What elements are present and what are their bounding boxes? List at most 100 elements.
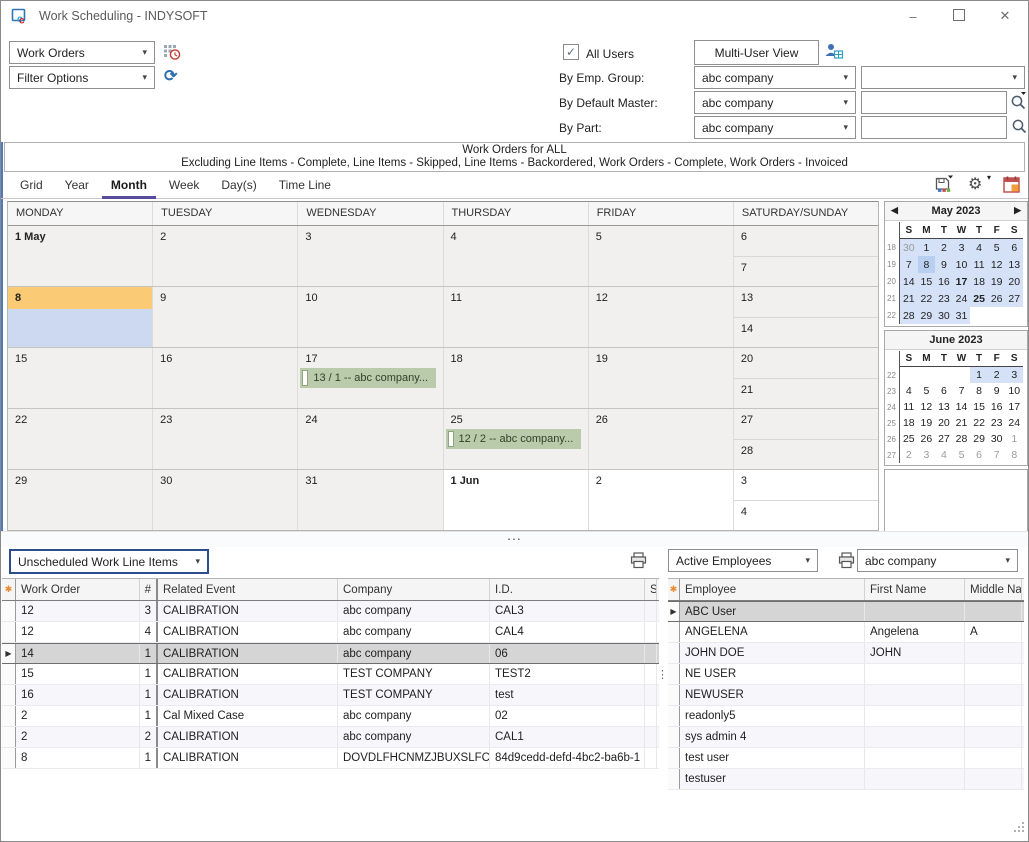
mini-day[interactable]: 25	[900, 431, 918, 447]
mini-day[interactable]: 5	[988, 239, 1006, 256]
mini-day[interactable]: 5	[953, 447, 971, 463]
table-row[interactable]: 21Cal Mixed Caseabc company02	[2, 706, 659, 727]
calendar-day-cell[interactable]: 7	[734, 256, 878, 287]
default-master-company-select[interactable]: abc company ▾	[694, 91, 856, 114]
calendar-day-cell[interactable]: 21	[734, 378, 878, 409]
minimize-button[interactable]: –	[890, 9, 936, 24]
column-header[interactable]: First Name	[865, 579, 965, 600]
column-header[interactable]: Middle Na	[965, 579, 1022, 600]
mini-day[interactable]: 8	[918, 256, 936, 273]
table-row[interactable]: 22CALIBRATIONabc companyCAL1	[2, 727, 659, 748]
table-row[interactable]: ▶141CALIBRATIONabc company06	[2, 643, 659, 664]
table-row[interactable]: ▶ABC User	[668, 601, 1024, 622]
table-row[interactable]: testuser	[668, 769, 1024, 790]
calendar-day-cell[interactable]: 18	[444, 348, 589, 408]
multi-user-icon[interactable]	[824, 42, 844, 65]
calendar-day-cell[interactable]: 5	[589, 226, 734, 286]
close-button[interactable]: ✕	[982, 8, 1028, 24]
mini-day[interactable]: 22	[970, 415, 988, 431]
mini-day[interactable]: 12	[988, 256, 1006, 273]
mini-day[interactable]: 19	[988, 273, 1006, 290]
mini-day[interactable]: 8	[1005, 447, 1023, 463]
unscheduled-items-select[interactable]: Unscheduled Work Line Items ▾	[9, 549, 209, 574]
mini-day[interactable]: 13	[935, 399, 953, 415]
table-row[interactable]: NE USER	[668, 664, 1024, 685]
mini-day[interactable]: 30	[935, 307, 953, 324]
calendar-event[interactable]: 12 / 2 -- abc company...	[446, 429, 581, 449]
calendar-day-cell[interactable]: 22	[8, 409, 153, 469]
calendar-day-cell[interactable]: 23	[153, 409, 298, 469]
mini-day[interactable]: 3	[918, 447, 936, 463]
column-header[interactable]: #	[140, 579, 158, 600]
mini-day[interactable]: 26	[918, 431, 936, 447]
mini-day[interactable]: 1	[970, 367, 988, 383]
mini-day[interactable]: 28	[953, 431, 971, 447]
mini-day[interactable]: 2	[988, 367, 1006, 383]
tab-month[interactable]: Month	[100, 173, 158, 198]
table-row[interactable]: test user	[668, 748, 1024, 769]
print-icon[interactable]	[837, 552, 856, 574]
mini-day[interactable]: 6	[970, 447, 988, 463]
table-row[interactable]: 81CALIBRATIONDOVDLFHCNMZJBUXSLFCGNU84d9c…	[2, 748, 659, 769]
mini-day[interactable]: 10	[953, 256, 971, 273]
table-row[interactable]: JOHN DOEJOHN	[668, 643, 1024, 664]
mini-day[interactable]: 1	[918, 239, 936, 256]
mini-day[interactable]: 26	[988, 290, 1006, 307]
mini-day[interactable]: 6	[1005, 239, 1023, 256]
table-row[interactable]: 151CALIBRATIONTEST COMPANYTEST2	[2, 664, 659, 685]
table-row[interactable]: ANGELENAAngelenaA	[668, 622, 1024, 643]
mini-day[interactable]: 8	[970, 383, 988, 399]
calendar-day-cell[interactable]: 29	[8, 470, 153, 530]
tab-day-s-[interactable]: Day(s)	[210, 173, 267, 198]
mini-day[interactable]: 18	[900, 415, 918, 431]
mini-day[interactable]: 25	[970, 290, 988, 307]
calendar-day-cell[interactable]: 3	[298, 226, 443, 286]
print-icon[interactable]	[629, 552, 648, 574]
mini-day[interactable]: 27	[935, 431, 953, 447]
mini-day[interactable]: 14	[953, 399, 971, 415]
column-header[interactable]: Company	[338, 579, 490, 600]
mini-day[interactable]: 30	[900, 239, 918, 256]
mini-day[interactable]: 21	[900, 290, 918, 307]
mini-day[interactable]: 10	[1005, 383, 1023, 399]
table-row[interactable]: sys admin 4	[668, 727, 1024, 748]
calendar-day-cell[interactable]: 8	[8, 287, 153, 347]
table-row[interactable]: NEWUSER	[668, 685, 1024, 706]
calendar-day-cell[interactable]: 2512 / 2 -- abc company...	[444, 409, 589, 469]
calendar-day-cell[interactable]: 31	[298, 470, 443, 530]
mini-day[interactable]: 13	[1005, 256, 1023, 273]
calendar-day-cell[interactable]: 14	[734, 317, 878, 348]
mini-day[interactable]: 11	[900, 399, 918, 415]
tab-grid[interactable]: Grid	[9, 173, 54, 198]
calendar-day-cell[interactable]: 11	[444, 287, 589, 347]
mini-day[interactable]: 3	[1005, 367, 1023, 383]
search-icon[interactable]	[1009, 91, 1027, 116]
multi-user-view-button[interactable]: Multi-User View	[694, 40, 819, 65]
mini-day[interactable]: 22	[918, 290, 936, 307]
calendar-day-cell[interactable]: 3	[734, 470, 878, 500]
employee-company-select[interactable]: abc company ▾	[857, 549, 1018, 572]
mini-day[interactable]: 7	[900, 256, 918, 273]
horizontal-splitter[interactable]: ...	[1, 531, 1028, 548]
mini-day[interactable]: 2	[935, 239, 953, 256]
mini-next-month-button[interactable]: ▶	[1014, 205, 1021, 216]
mini-day[interactable]: 19	[918, 415, 936, 431]
mini-day[interactable]: 20	[1005, 273, 1023, 290]
mini-day[interactable]: 18	[970, 273, 988, 290]
calendar-day-cell[interactable]: 26	[589, 409, 734, 469]
tab-year[interactable]: Year	[54, 173, 100, 198]
calendar-day-cell[interactable]: 1 Jun	[444, 470, 589, 530]
calendar-event[interactable]: 13 / 1 -- abc company...	[300, 368, 435, 388]
mini-day[interactable]: 21	[953, 415, 971, 431]
mini-day[interactable]: 27	[1005, 290, 1023, 307]
calendar-day-cell[interactable]: 12	[589, 287, 734, 347]
mini-day[interactable]: 12	[918, 399, 936, 415]
mini-day[interactable]: 29	[918, 307, 936, 324]
calendar-day-cell[interactable]: 15	[8, 348, 153, 408]
mini-day[interactable]: 17	[953, 273, 971, 290]
mini-day[interactable]: 7	[953, 383, 971, 399]
mini-day[interactable]: 24	[953, 290, 971, 307]
calendar-day-cell[interactable]: 16	[153, 348, 298, 408]
mini-day[interactable]: 23	[935, 290, 953, 307]
mini-day[interactable]: 30	[988, 431, 1006, 447]
